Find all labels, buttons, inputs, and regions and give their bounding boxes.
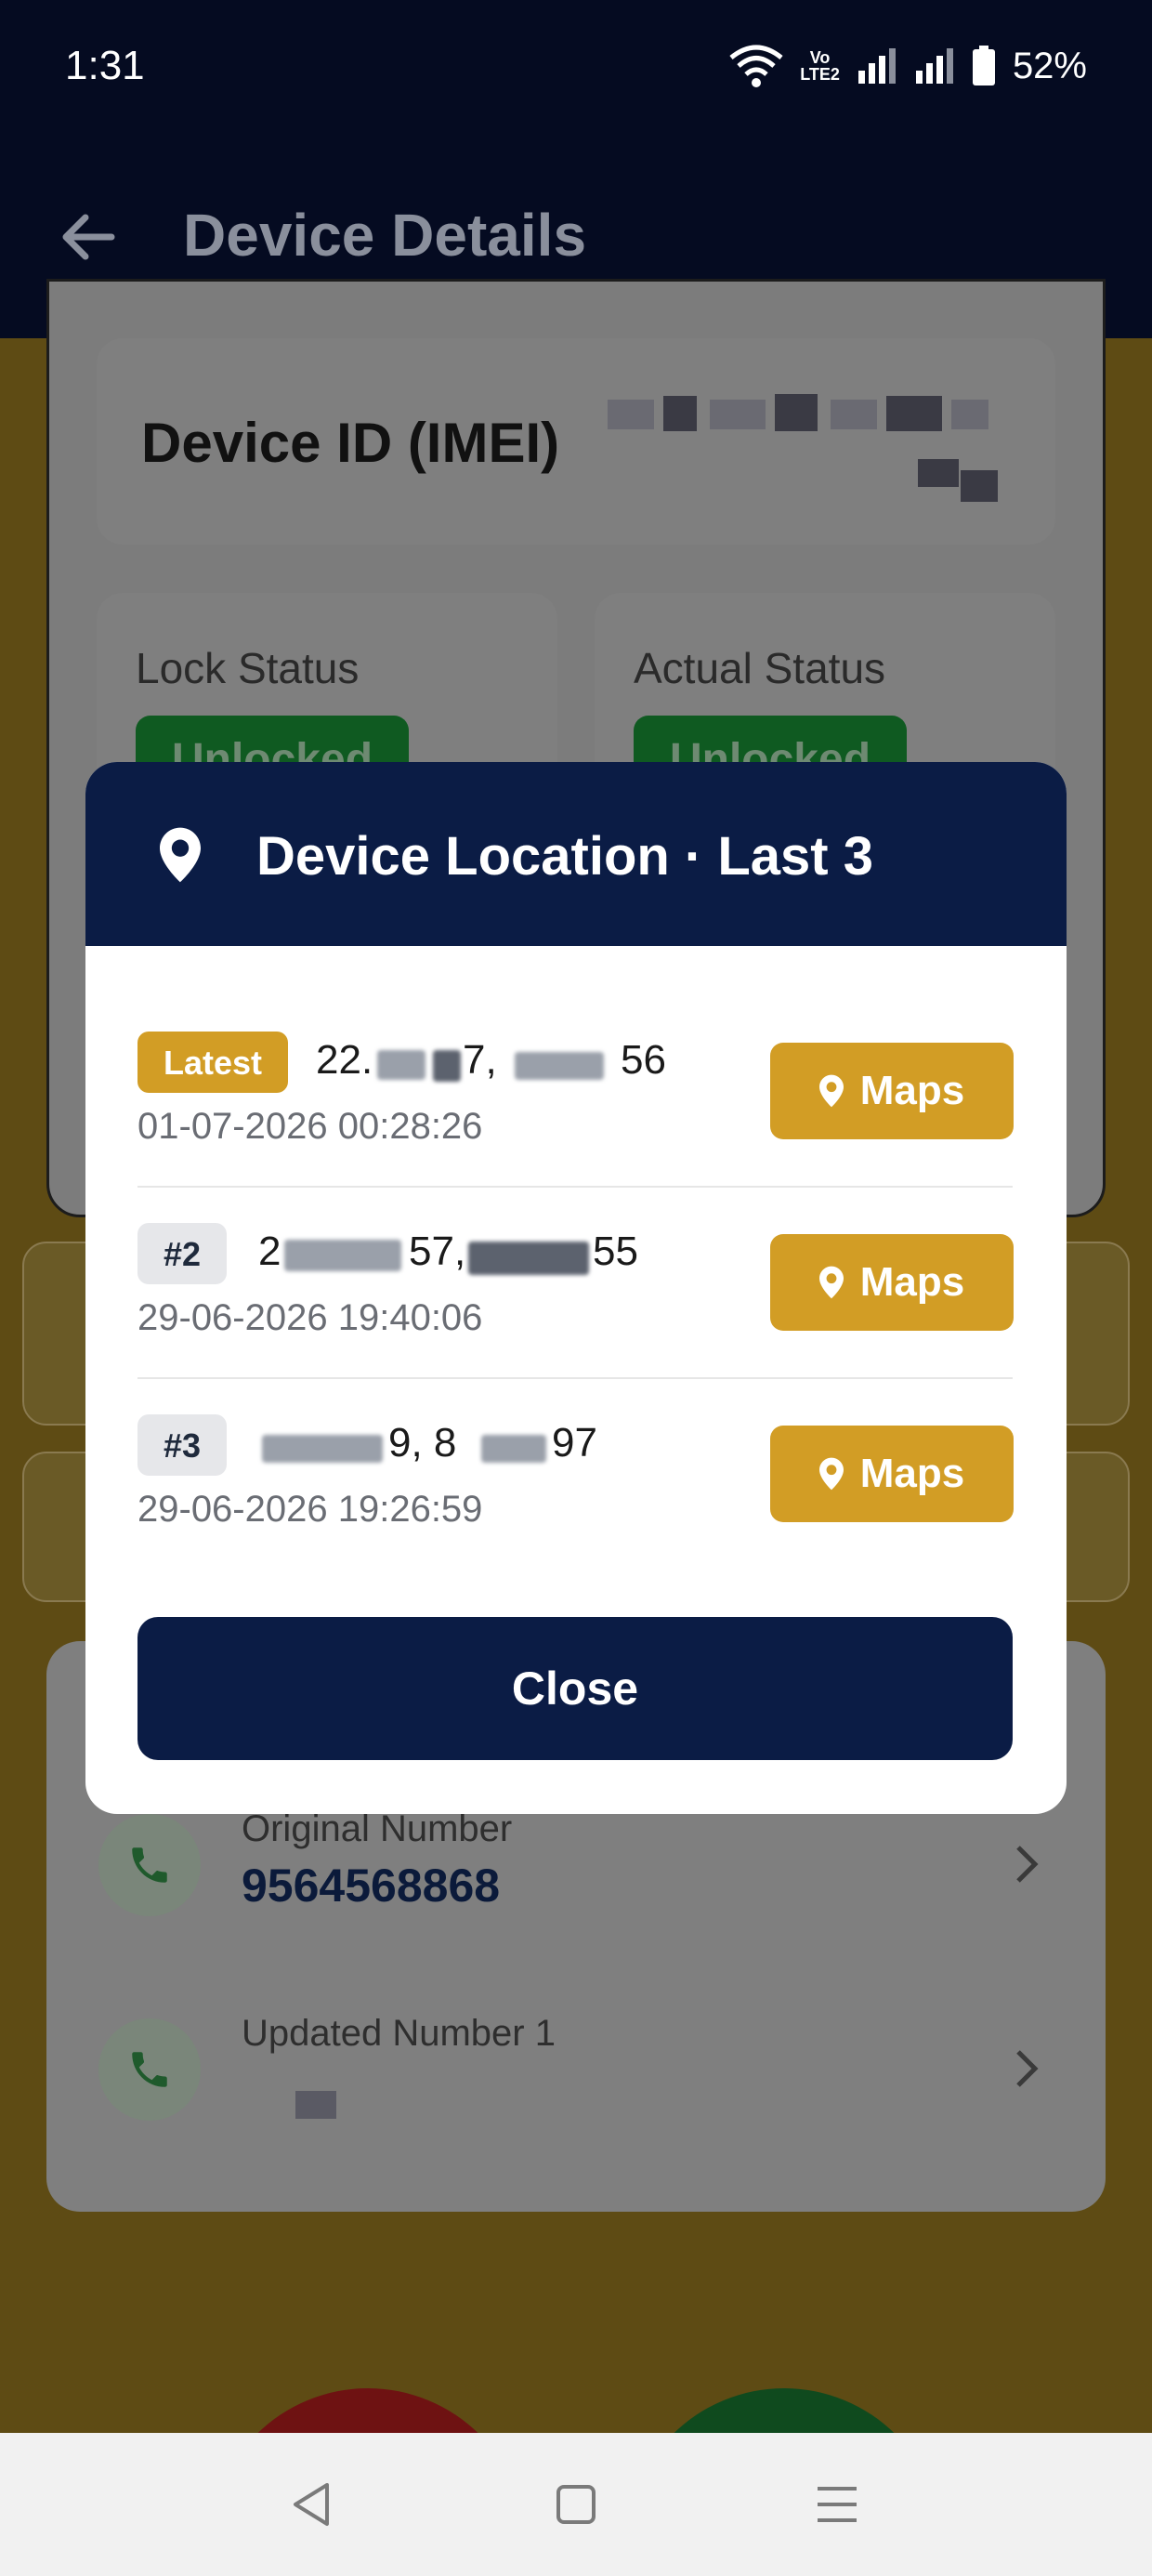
location-badge-2: #2 xyxy=(137,1223,228,1284)
coords-part: 55 xyxy=(593,1229,638,1274)
location-timestamp: 29-06-2026 19:40:06 xyxy=(137,1297,483,1338)
coords-redacted xyxy=(262,1435,383,1463)
maps-label: Maps xyxy=(859,1068,965,1113)
coords-redacted xyxy=(377,1050,425,1080)
dialog-title: Device Location · Last 3 xyxy=(256,826,873,887)
coords-redacted xyxy=(481,1435,546,1463)
coords-part: 57, xyxy=(409,1229,466,1274)
phone-value-redacted xyxy=(295,2091,336,2119)
actual-status-label: Actual Status xyxy=(634,644,886,692)
device-location-dialog: Device Location · Last 3 Latest 22. 7, 5… xyxy=(85,762,1067,1814)
maps-label: Maps xyxy=(859,1451,965,1496)
open-maps-button[interactable]: Maps xyxy=(770,1234,1014,1331)
location-pin-icon xyxy=(160,827,201,883)
chevron-right-icon xyxy=(1016,1846,1039,1883)
status-bar: 1:31 Vo LTE2 52% xyxy=(0,0,1152,139)
phone-label: Updated Number 1 xyxy=(242,2013,556,2054)
location-timestamp: 01-07-2026 00:28:26 xyxy=(137,1106,483,1147)
coords-part: 7, xyxy=(463,1037,497,1083)
map-pin-icon xyxy=(818,1266,844,1299)
location-timestamp: 29-06-2026 19:26:59 xyxy=(137,1489,483,1530)
battery-percentage: 52% xyxy=(1012,45,1087,86)
nav-home-icon[interactable] xyxy=(543,2472,609,2537)
coords-part: 56 xyxy=(621,1037,666,1083)
coords-redacted xyxy=(515,1052,604,1080)
lock-status-label: Lock Status xyxy=(136,644,360,692)
maps-label: Maps xyxy=(859,1259,965,1305)
coords-part: 22. xyxy=(316,1037,373,1083)
imei-label: Device ID (IMEI) xyxy=(141,412,560,474)
map-pin-icon xyxy=(818,1074,844,1108)
coords-part: 9, 8 xyxy=(388,1420,457,1465)
page-title: Device Details xyxy=(183,202,587,269)
battery-icon xyxy=(972,46,995,85)
open-maps-button[interactable]: Maps xyxy=(770,1043,1014,1139)
status-icons: Vo LTE2 52% xyxy=(729,43,1087,89)
wifi-icon xyxy=(729,45,783,87)
coords-part: 2 xyxy=(258,1229,281,1274)
nav-menu-icon[interactable] xyxy=(805,2472,870,2537)
imei-value-redacted xyxy=(598,387,1007,507)
system-nav-bar xyxy=(0,2433,1152,2576)
phone-icon xyxy=(98,2018,201,2121)
phone-value: 9564568868 xyxy=(242,1860,501,1912)
phone-icon xyxy=(98,1814,201,1916)
dialog-header: Device Location · Last 3 xyxy=(85,762,1067,946)
nav-back-icon[interactable] xyxy=(281,2472,346,2537)
row-divider xyxy=(137,1186,1013,1188)
chevron-right-icon xyxy=(1016,2050,1039,2087)
arrow-back-icon[interactable] xyxy=(56,204,121,269)
status-time: 1:31 xyxy=(65,43,145,88)
phone-label: Original Number xyxy=(242,1808,513,1849)
close-button[interactable]: Close xyxy=(137,1617,1013,1760)
coords-redacted xyxy=(284,1240,401,1271)
signal-icon-sim2 xyxy=(915,48,953,84)
location-row-2: #2 2 57, 55 29-06-2026 19:40:06 Maps xyxy=(137,1223,1014,1413)
open-maps-button[interactable]: Maps xyxy=(770,1426,1014,1522)
coords-redacted xyxy=(468,1242,589,1275)
phone-row-updated-1[interactable]: Updated Number 1 xyxy=(46,1966,1106,2171)
row-divider xyxy=(137,1377,1013,1379)
signal-icon-sim1 xyxy=(857,48,896,84)
location-row-3: #3 9, 8 97 29-06-2026 19:26:59 Maps xyxy=(137,1414,1014,1605)
imei-card: Device ID (IMEI) xyxy=(97,338,1055,545)
location-badge-latest: Latest xyxy=(137,1032,289,1093)
map-pin-icon xyxy=(818,1457,844,1491)
coords-redacted xyxy=(433,1050,461,1082)
location-badge-3: #3 xyxy=(137,1414,228,1476)
location-row-1: Latest 22. 7, 56 01-07-2026 00:28:26 Map… xyxy=(137,1032,1014,1222)
volte-indicator: Vo LTE2 xyxy=(800,48,840,84)
coords-part: 97 xyxy=(552,1420,597,1465)
